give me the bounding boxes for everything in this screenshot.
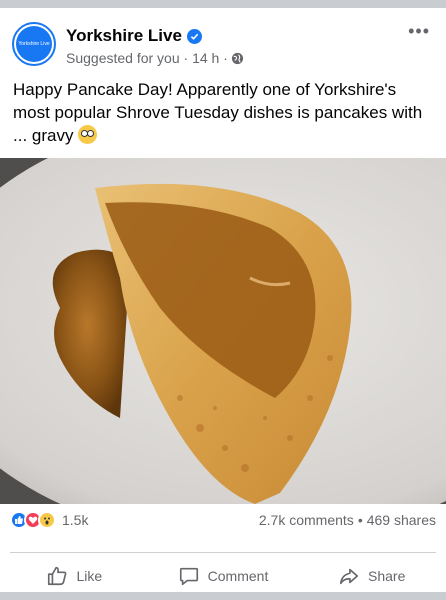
like-label: Like bbox=[76, 568, 103, 584]
reactions-summary: 1.5k 2.7k comments • 469 shares bbox=[10, 508, 436, 532]
reaction-count: 1.5k bbox=[62, 512, 89, 528]
comment-label: Comment bbox=[207, 568, 269, 584]
share-label: Share bbox=[368, 568, 406, 584]
avatar-text: Yorkshire Live bbox=[18, 41, 50, 47]
stats-separator: • bbox=[357, 512, 363, 528]
wow-reaction-icon bbox=[38, 511, 56, 529]
share-button[interactable]: Share bbox=[297, 556, 446, 596]
more-options-icon[interactable]: ••• bbox=[408, 22, 430, 40]
page-name-row: Yorkshire Live bbox=[66, 26, 202, 46]
post-actions: Like Comment Share bbox=[0, 556, 446, 596]
post-text: Happy Pancake Day! Apparently one of Yor… bbox=[13, 78, 433, 147]
post-message: Happy Pancake Day! Apparently one of Yor… bbox=[13, 80, 423, 145]
page-name[interactable]: Yorkshire Live bbox=[66, 26, 182, 46]
verified-badge-icon bbox=[186, 28, 202, 44]
shares-count[interactable]: 469 shares bbox=[367, 512, 436, 528]
actions-divider bbox=[10, 552, 436, 553]
post-meta: Suggested for you · 14 h · bbox=[66, 50, 244, 66]
avatar[interactable]: Yorkshire Live bbox=[12, 22, 56, 66]
reaction-icons[interactable]: 1.5k bbox=[10, 511, 88, 529]
post-header: Yorkshire Live Yorkshire Live Suggested … bbox=[12, 18, 436, 70]
like-button[interactable]: Like bbox=[0, 556, 149, 596]
thumbs-up-icon bbox=[48, 566, 67, 586]
pancake-photo bbox=[0, 158, 446, 504]
avatar-logo: Yorkshire Live bbox=[16, 26, 52, 62]
share-arrow-icon bbox=[339, 568, 359, 585]
post-meta-text: Suggested for you · 14 h · bbox=[66, 50, 228, 66]
comment-button[interactable]: Comment bbox=[149, 556, 298, 596]
globe-icon bbox=[231, 52, 243, 64]
post-image-pancake[interactable] bbox=[0, 158, 446, 504]
dizzy-face-emoji-icon bbox=[78, 125, 98, 144]
engagement-stats: 2.7k comments • 469 shares bbox=[259, 512, 436, 528]
comment-icon bbox=[179, 567, 198, 586]
comments-count[interactable]: 2.7k comments bbox=[259, 512, 354, 528]
post-card: Yorkshire Live Yorkshire Live Suggested … bbox=[0, 8, 446, 592]
